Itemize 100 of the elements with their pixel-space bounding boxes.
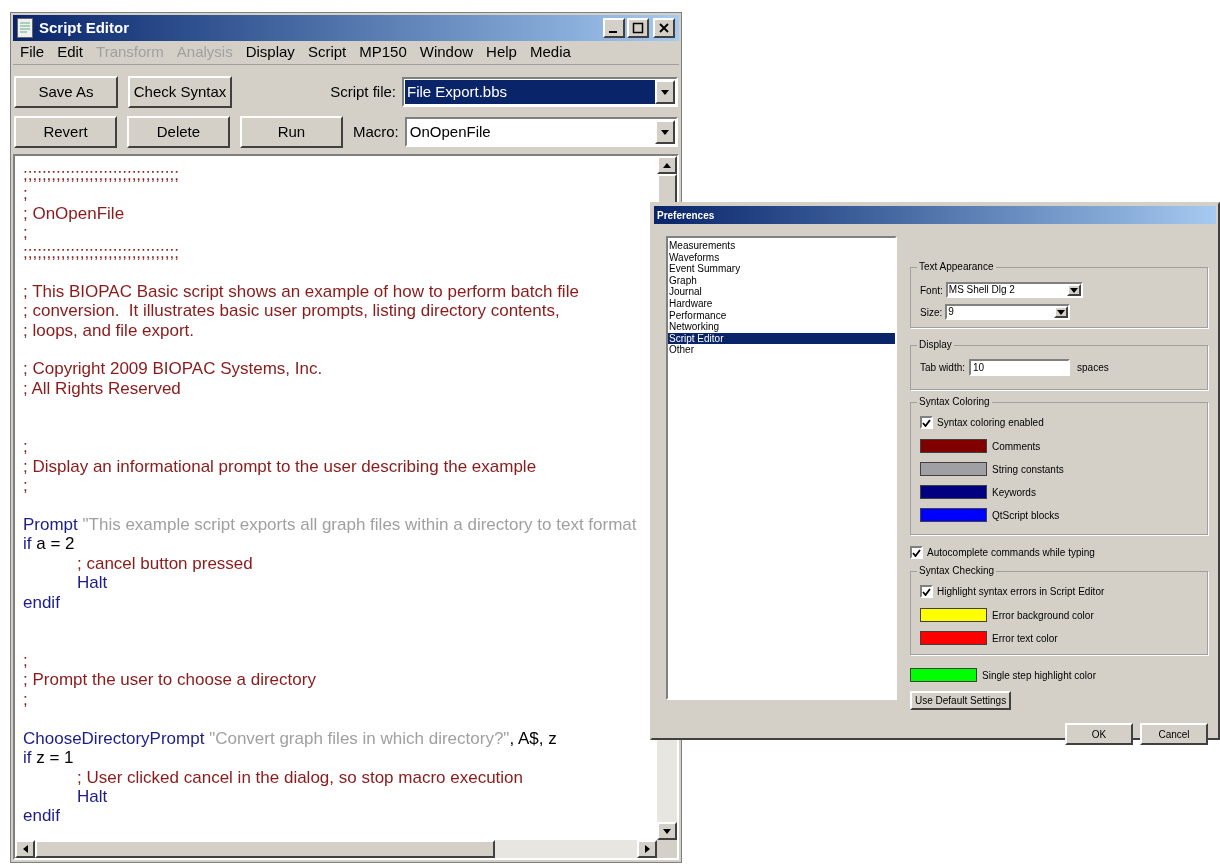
category-item[interactable]: Script Editor (668, 332, 895, 345)
menu-item[interactable]: Media (529, 41, 571, 64)
arrow-icon (22, 845, 28, 853)
category-item[interactable]: Graph (668, 274, 895, 287)
category-item[interactable]: Measurements (668, 240, 895, 252)
minimize-button[interactable] (603, 18, 625, 38)
code-keyword: Prompt (23, 514, 78, 535)
color-label: QtScript blocks (992, 508, 1060, 523)
checkbox[interactable] (920, 416, 933, 429)
scroll-right-button[interactable] (637, 840, 657, 858)
maximize-icon (632, 22, 644, 34)
color-label: Error text color (992, 631, 1058, 646)
menu-item[interactable]: Display (245, 41, 295, 64)
color-label: Comments (992, 439, 1041, 454)
menu-item[interactable]: Script (307, 41, 347, 64)
menu-item[interactable]: File (20, 41, 45, 64)
dropdown[interactable]: 9 (945, 304, 1071, 320)
close-button[interactable] (653, 18, 675, 38)
category-item[interactable]: Networking (668, 321, 895, 333)
color-swatch[interactable] (910, 668, 977, 682)
code-text: , A$, z (509, 728, 557, 749)
scroll-left-button[interactable] (15, 840, 35, 858)
tab-width-field[interactable]: 10 (969, 359, 1071, 376)
arrow-icon (663, 162, 671, 168)
field-label: Font: (920, 283, 943, 298)
dropdown-button[interactable] (1066, 284, 1081, 296)
window-title: Script Editor (39, 17, 130, 38)
dialog-button[interactable]: OK (1065, 723, 1133, 745)
color-swatch[interactable] (920, 485, 987, 499)
code-comment: ; (23, 689, 28, 710)
category-item[interactable]: Waveforms (668, 251, 895, 264)
caret-icon (1057, 309, 1066, 315)
toolbar-button[interactable]: Delete (126, 116, 230, 148)
dropdown-button[interactable] (1054, 306, 1069, 318)
checkmark-icon (922, 587, 931, 596)
checkbox[interactable] (920, 585, 933, 598)
code-string: "Convert graph files in which directory?" (208, 728, 510, 749)
code-comment: ;;;;;;;;;;;;;;;;;;;;;;;;;;;;;;;;; (23, 242, 179, 263)
dialog-button[interactable]: Cancel (1140, 723, 1208, 745)
code-comment: ; This BIOPAC Basic script shows an example of how to perform batch file (23, 281, 579, 302)
code-comment: ; (23, 650, 28, 671)
dropdown-button[interactable] (655, 80, 675, 104)
menu-item[interactable]: Window (419, 41, 474, 64)
category-item[interactable]: Performance (668, 309, 895, 322)
scroll-down-button[interactable] (657, 822, 677, 840)
code-comment: ; (23, 476, 28, 496)
category-item[interactable]: Journal (668, 286, 895, 298)
code-comment: ; (23, 223, 28, 243)
code-comment: ; All Rights Reserved (23, 378, 181, 399)
caret-icon (1069, 287, 1078, 293)
menu-item[interactable]: Edit (57, 41, 84, 64)
code-keyword: if (23, 748, 32, 768)
checkbox-label: Autocomplete commands while typing (927, 546, 1095, 560)
combo-box[interactable]: File Export.bbs (402, 77, 678, 107)
dropdown-button[interactable] (655, 120, 675, 144)
scrollbar-corner (657, 840, 677, 858)
color-label: String constants (992, 462, 1064, 477)
toolbar-button[interactable]: Check Syntax (128, 76, 232, 108)
category-list[interactable]: Measurements Waveforms Event Summary Graph Journal Hardware Performance Networking Script Editor Other (666, 236, 897, 700)
dialog-title: Preferences (657, 208, 715, 223)
menu-item[interactable]: Help (486, 41, 517, 64)
category-item[interactable]: Event Summary (668, 263, 895, 275)
toolbar-button[interactable]: Revert (14, 116, 117, 148)
code-keyword: if (23, 534, 32, 554)
code-keyword: endif (23, 806, 60, 826)
group-title: Syntax Coloring (917, 396, 992, 408)
horizontal-scrollbar[interactable] (15, 840, 657, 858)
document-icon (17, 18, 33, 38)
code-comment: ; conversion. It illustrates basic user prompts, listing directory contents, (23, 301, 560, 321)
color-swatch[interactable] (920, 608, 987, 622)
caret-icon (661, 89, 669, 95)
code-keyword: ChooseDirectoryPrompt (23, 728, 205, 749)
code-comment: ; loops, and file export. (23, 320, 195, 340)
maximize-button[interactable] (627, 18, 649, 38)
dropdown[interactable]: MS Shell Dlg 2 (945, 282, 1083, 298)
color-swatch[interactable] (920, 439, 987, 453)
scrollbar-thumb[interactable] (35, 840, 495, 858)
group-title: Display (917, 339, 954, 351)
color-swatch[interactable] (920, 462, 987, 476)
toolbar-button[interactable]: Save As (14, 76, 118, 108)
field-label: Script file: (330, 81, 396, 102)
code-comment: ; cancel button pressed (76, 553, 253, 574)
category-item[interactable]: Other (668, 344, 895, 356)
default-settings-button[interactable]: Use Default Settings (910, 691, 1012, 710)
code-keyword: Halt (76, 787, 108, 807)
checkbox-label: Highlight syntax errors in Script Editor (937, 585, 1105, 599)
toolbar-button[interactable]: Run (239, 116, 343, 148)
checkbox[interactable] (910, 546, 923, 559)
category-item[interactable]: Hardware (668, 297, 895, 310)
scroll-up-button[interactable] (657, 156, 677, 174)
menu-item[interactable]: MP150 (359, 41, 407, 64)
color-label: Error background color (992, 608, 1094, 623)
dropdown-value: MS Shell Dlg 2 (947, 284, 1016, 296)
color-swatch[interactable] (920, 508, 987, 522)
caret-icon (661, 129, 669, 135)
code-string: "This example script exports all graph files within a directory to text format (81, 514, 637, 535)
unit-label: spaces (1077, 361, 1109, 375)
color-swatch[interactable] (920, 631, 987, 645)
group-title: Syntax Checking (917, 565, 997, 577)
combo-box[interactable]: OnOpenFile (404, 117, 678, 147)
